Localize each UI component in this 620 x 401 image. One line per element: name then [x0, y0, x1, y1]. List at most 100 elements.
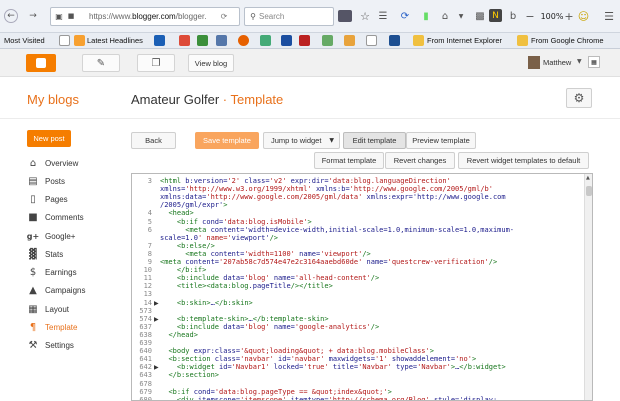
edit-template-button[interactable]: Edit template [343, 132, 406, 149]
posts-icon: ▤ [28, 175, 38, 187]
my-blogs-link[interactable]: My blogs [27, 92, 79, 107]
extension-b-icon[interactable]: b [506, 8, 520, 24]
bookmark-page-icon[interactable] [366, 35, 377, 46]
site-info-icon[interactable]: ▣ [54, 11, 64, 21]
zoom-in-icon[interactable]: + [563, 8, 575, 24]
avatar[interactable] [528, 56, 540, 69]
chevron-down-icon[interactable]: ▼ [577, 58, 582, 65]
bookmark-from-ie[interactable]: From Internet Explorer [427, 36, 502, 45]
sidebar-item-settings[interactable]: ⚒ Settings [27, 337, 122, 353]
extension-n-icon[interactable]: N [489, 9, 502, 22]
fold-arrow-icon[interactable]: ▶ [154, 300, 159, 307]
zoom-out-icon[interactable]: − [524, 8, 536, 24]
sidebar-item-earnings[interactable]: $ Earnings [27, 264, 122, 280]
bookmark-lh-icon[interactable] [322, 35, 333, 46]
search-bar[interactable]: ⚲ Search [244, 7, 334, 26]
line-number: 14 [143, 298, 152, 307]
pages-icon: ▯ [30, 193, 36, 205]
new-post-button[interactable]: New post [27, 130, 71, 147]
sidebar-item-posts[interactable]: ▤ Posts [27, 173, 122, 189]
comments-icon: ■ [28, 211, 38, 223]
bookmark-green-icon[interactable] [197, 35, 208, 46]
menu-icon[interactable]: ☰ [602, 8, 616, 24]
bookmark-latest-headlines[interactable]: Latest Headlines [87, 36, 143, 45]
sidebar-item-label: Posts [45, 176, 66, 186]
new-post-pencil-button[interactable]: ✎ [82, 54, 120, 72]
forward-icon[interactable]: → [26, 9, 40, 23]
bookmark-red-icon[interactable] [299, 35, 310, 46]
blog-name: Amateur Golfer [131, 92, 220, 107]
save-template-button[interactable]: Save template [195, 132, 259, 149]
bookmark-blank-icon[interactable] [59, 35, 70, 46]
sidebar-item-comments[interactable]: ■ Comments [27, 209, 122, 225]
bookmarks-list-icon[interactable]: ☰ [376, 8, 390, 24]
home-browser-icon[interactable]: ⌂ [438, 8, 452, 24]
revert-changes-button[interactable]: Revert changes [385, 152, 455, 169]
line-number: 638 [139, 330, 152, 339]
blogger-logo-button[interactable] [26, 54, 56, 72]
title-separator: · [222, 92, 228, 107]
bookmark-dark-icon[interactable] [281, 35, 292, 46]
jump-to-widget-select[interactable]: Jump to widget ▼ [263, 132, 340, 149]
sidebar-item-stats[interactable]: ▓ Stats [27, 246, 122, 262]
settings-gear-button[interactable]: ⚙ [566, 88, 592, 108]
page-title: Amateur Golfer · Template [131, 92, 283, 107]
back-button[interactable]: Back [131, 132, 176, 149]
line-number: 679 [139, 387, 152, 396]
view-blog-button[interactable]: View blog [188, 54, 234, 72]
code-line: <meta content='207ab58c7d574e47e2c3164aa… [160, 258, 498, 266]
scrollbar[interactable]: ▲ [584, 174, 592, 400]
template-code-editor[interactable]: 3 <html b:version='2' class='v2' expr:dir… [131, 173, 593, 401]
code-line: <b:include data='blog' name='google-anal… [176, 322, 380, 331]
bookmark-star-icon[interactable]: ☆ [358, 8, 372, 24]
reload-icon[interactable]: ⟳ [219, 11, 229, 21]
dropdown-icon[interactable]: ▼ [456, 8, 466, 24]
section-name: Template [230, 92, 284, 107]
code-line: /2005/gml/expr'> [160, 201, 228, 210]
line-number: 637 [139, 322, 152, 331]
bookmark-navy-icon[interactable] [389, 35, 400, 46]
bookmark-blue-icon[interactable] [216, 35, 227, 46]
posts-list-button[interactable]: ❐ [137, 54, 175, 72]
scrollbar-thumb[interactable] [586, 186, 592, 196]
sidebar-item-layout[interactable]: ▦ Layout [27, 301, 122, 317]
bookmark-teal-icon[interactable] [260, 35, 271, 46]
revert-widget-templates-button[interactable]: Revert widget templates to default [458, 152, 589, 169]
jump-to-widget-label: Jump to widget [271, 136, 322, 145]
sidebar-item-pages[interactable]: ▯ Pages [27, 191, 122, 207]
scroll-up-icon[interactable]: ▲ [586, 175, 592, 182]
extension-icon[interactable]: ▮ [419, 8, 433, 24]
zoom-level: 100% [540, 11, 564, 21]
sidebar-item-label: Overview [45, 158, 79, 168]
format-template-button[interactable]: Format template [314, 152, 384, 169]
fold-arrow-icon[interactable]: ▶ [154, 364, 159, 371]
bookmark-from-chrome[interactable]: From Google Chrome [531, 36, 604, 45]
bookmark-google-icon[interactable] [179, 35, 190, 46]
bookmark-s-icon[interactable] [154, 35, 165, 46]
line-number: 13 [143, 290, 152, 299]
sidebar-item-campaigns[interactable]: ▲ Campaigns [27, 282, 122, 298]
user-name[interactable]: Matthew [543, 58, 571, 67]
apps-grid-icon[interactable]: ▦ [588, 56, 600, 68]
sync-icon[interactable]: ⟳ [398, 8, 412, 24]
sidebar-item-google-plus[interactable]: g+ Google+ [27, 228, 122, 244]
bookmark-b-icon[interactable] [344, 35, 355, 46]
preview-template-button[interactable]: Preview template [406, 132, 476, 149]
screen-icon[interactable] [338, 10, 352, 22]
back-icon[interactable]: ← [4, 9, 18, 23]
chevron-down-icon: ▼ [329, 137, 334, 144]
pencil-icon: ✎ [96, 57, 106, 69]
code-line: <meta content='width=device-width,initia… [185, 225, 515, 234]
search-input[interactable]: Search [259, 12, 284, 21]
smiley-icon[interactable]: ☺ [577, 8, 590, 24]
fold-arrow-icon[interactable]: ▶ [154, 316, 159, 323]
bookmark-most-visited[interactable]: Most Visited [4, 36, 45, 45]
url-bar[interactable]: ▣ ■ https://www.blogger.com/blogger. ⟳ [50, 7, 240, 26]
lock-icon: ■ [67, 12, 75, 20]
pocket-icon[interactable]: ▩ [473, 8, 487, 24]
code-line: <meta content='width=1100' name='viewpor… [185, 249, 371, 258]
sidebar-item-template[interactable]: ¶ Template [27, 319, 122, 335]
bookmark-firefox-icon[interactable] [238, 35, 249, 46]
sidebar-item-overview[interactable]: ⌂ Overview [27, 155, 122, 171]
line-number: 643 [139, 371, 152, 380]
